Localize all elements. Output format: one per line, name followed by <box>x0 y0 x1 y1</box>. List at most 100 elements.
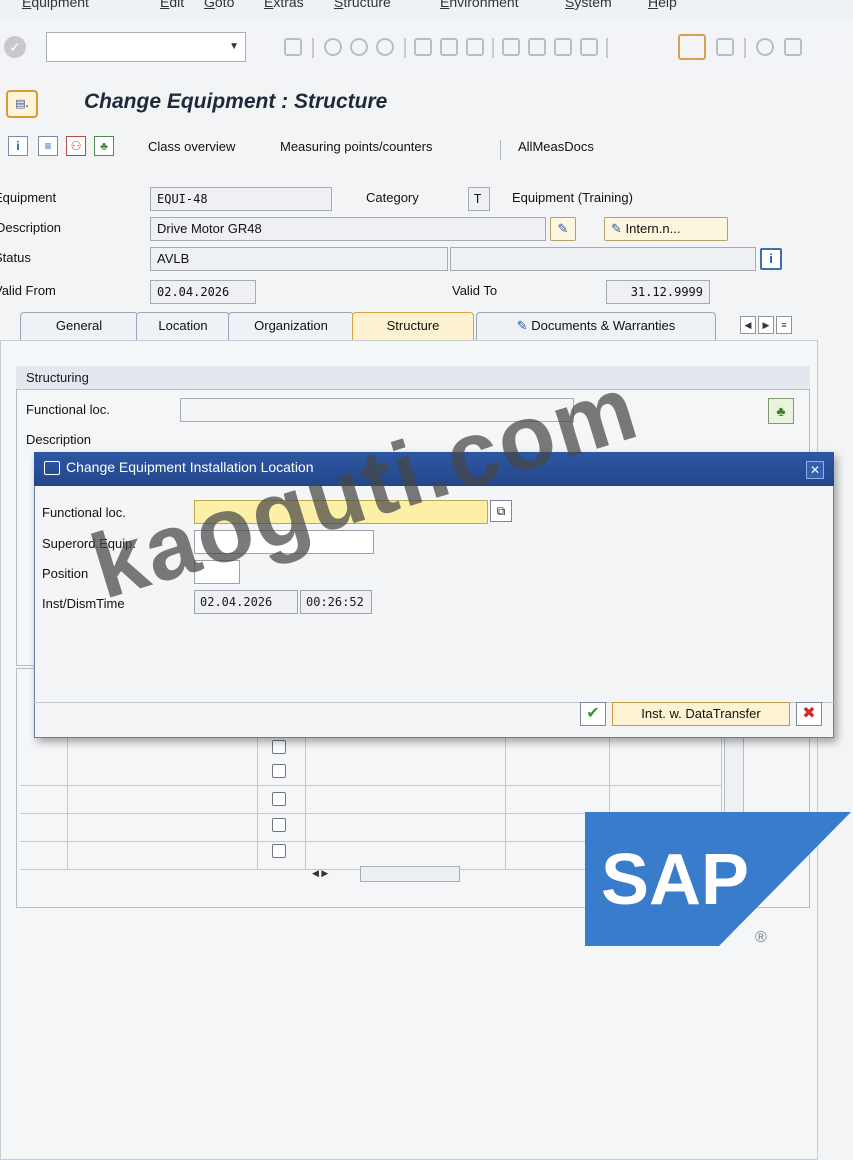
tab-location[interactable]: Location <box>136 312 230 340</box>
table-row <box>20 786 722 814</box>
valid-from-field[interactable]: 02.04.2026 <box>150 280 256 304</box>
sap-logo: SAP ® <box>585 812 851 946</box>
dialog-inst-time-label: Inst/DismTime <box>42 596 125 611</box>
toolbar-separator <box>744 38 746 58</box>
menu-structure[interactable]: Structure <box>334 0 391 10</box>
dialog-close-icon[interactable]: ✕ <box>806 461 824 479</box>
tab-scroll-right-icon[interactable]: ▶ <box>758 316 774 334</box>
find-icon[interactable] <box>440 38 458 56</box>
tab-general[interactable]: General <box>20 312 138 340</box>
dialog-functional-loc-label: Functional loc. <box>42 505 126 520</box>
tab-list-icon[interactable]: ≡ <box>776 316 792 334</box>
print-icon[interactable] <box>414 38 432 56</box>
confirm-check-icon[interactable]: ✔ <box>580 702 606 726</box>
hierarchy-icon[interactable]: ♣ <box>94 136 114 156</box>
first-page-icon[interactable] <box>502 38 520 56</box>
structuring-description-label: Description <box>26 432 92 447</box>
category-label: Category <box>366 190 419 205</box>
menu-extras[interactable]: Extras <box>264 0 304 10</box>
row-checkbox[interactable] <box>272 818 286 832</box>
category-text: Equipment (Training) <box>512 190 633 205</box>
all-meas-docs-button[interactable]: AllMeasDocs <box>518 139 594 154</box>
tab-documents-label: Documents & Warranties <box>531 318 676 333</box>
menu-environment[interactable]: Environment <box>440 0 519 10</box>
value-help-icon[interactable]: ⧉ <box>490 500 512 522</box>
save-icon[interactable] <box>284 38 302 56</box>
dialog-title: Change Equipment Installation Location <box>66 459 314 475</box>
dialog-superord-equip-input[interactable] <box>194 530 374 554</box>
last-page-icon[interactable] <box>580 38 598 56</box>
exit-icon[interactable] <box>350 38 368 56</box>
status-field[interactable]: AVLB <box>150 247 448 271</box>
category-field[interactable]: T <box>468 187 490 211</box>
dialog-inst-date-input[interactable]: 02.04.2026 <box>194 590 298 614</box>
partner-icon[interactable]: ⚇ <box>66 136 86 156</box>
dialog-functional-loc-input[interactable] <box>194 500 488 524</box>
system-toolbar: ✓ ▼ <box>0 26 853 70</box>
application-toolbar: i ≡ ⚇ ♣ Class overview Measuring points/… <box>0 132 853 176</box>
menu-bar: Equipment Edit Goto Extras Structure Env… <box>0 0 853 22</box>
tab-structure[interactable]: Structure <box>352 312 474 340</box>
help-icon[interactable] <box>756 38 774 56</box>
menu-system[interactable]: System <box>565 0 612 10</box>
cancel-x-icon[interactable]: ✖ <box>796 702 822 726</box>
install-with-data-transfer-button[interactable]: Inst. w. DataTransfer <box>612 702 790 726</box>
valid-to-field[interactable]: 31.12.9999 <box>606 280 710 304</box>
new-session-icon[interactable] <box>678 34 706 60</box>
toolbar-separator <box>312 38 314 58</box>
toolbar-separator <box>404 38 406 58</box>
internal-note-button[interactable]: ✎ Intern.n... <box>604 217 728 241</box>
find-next-icon[interactable] <box>466 38 484 56</box>
title-bar: ▤. Change Equipment : Structure <box>0 86 853 126</box>
back-icon[interactable] <box>324 38 342 56</box>
tab-documents-warranties[interactable]: ✎ Documents & Warranties <box>476 312 716 340</box>
enter-check-icon[interactable]: ✓ <box>4 36 26 58</box>
toolbar-separator <box>492 38 494 58</box>
status-text-field[interactable] <box>450 247 756 271</box>
long-text-icon[interactable]: ✎ <box>550 217 576 241</box>
dialog-position-label: Position <box>42 566 89 581</box>
next-page-icon[interactable] <box>554 38 572 56</box>
menu-edit[interactable]: Edit <box>160 0 184 10</box>
shortcut-icon[interactable] <box>716 38 734 56</box>
dialog-position-input[interactable] <box>194 560 240 584</box>
dialog-inst-time-input[interactable]: 00:26:52 <box>300 590 372 614</box>
class-overview-button[interactable]: Class overview <box>148 139 235 154</box>
hierarchy-display-icon[interactable]: ♣ <box>768 398 794 424</box>
dialog-superord-equip-label: Superord.Equip. <box>42 536 136 551</box>
table-horizontal-scrollbar[interactable] <box>360 866 460 882</box>
dialog-window-icon <box>44 461 60 475</box>
chevron-down-icon[interactable]: ▼ <box>229 41 239 52</box>
row-checkbox[interactable] <box>272 764 286 778</box>
document-icon[interactable]: ≡ <box>38 136 58 156</box>
command-field[interactable]: ▼ <box>46 32 246 62</box>
menu-goto[interactable]: Goto <box>204 0 234 10</box>
menu-equipment[interactable]: Equipment <box>22 0 89 10</box>
layout-menu-icon[interactable] <box>784 38 802 56</box>
toolbar-separator <box>500 140 501 160</box>
toolbar-separator <box>606 38 608 58</box>
prev-page-icon[interactable] <box>528 38 546 56</box>
tab-scroll-left-icon[interactable]: ◀ <box>740 316 756 334</box>
description-label: Description <box>0 220 62 235</box>
row-checkbox[interactable] <box>272 844 286 858</box>
valid-to-label: Valid To <box>452 283 498 298</box>
table-row <box>20 758 722 786</box>
measuring-points-button[interactable]: Measuring points/counters <box>280 139 432 154</box>
structuring-functional-loc-label: Functional loc. <box>26 402 110 417</box>
menu-help[interactable]: Help <box>648 0 677 10</box>
tab-organization[interactable]: Organization <box>228 312 354 340</box>
registered-mark: ® <box>755 929 767 946</box>
row-checkbox[interactable] <box>272 792 286 806</box>
row-checkbox[interactable] <box>272 740 286 754</box>
equipment-label: Equipment <box>0 190 57 205</box>
status-info-icon[interactable]: i <box>760 248 782 270</box>
installation-location-dialog <box>34 452 834 738</box>
structuring-functional-loc-field[interactable] <box>180 398 574 422</box>
table-horizontal-scroll-arrows[interactable]: ◀ ▶ <box>312 868 352 882</box>
description-field[interactable]: Drive Motor GR48 <box>150 217 546 241</box>
status-label: Status <box>0 250 31 265</box>
info-icon[interactable]: i <box>8 136 28 156</box>
equipment-field[interactable]: EQUI-48 <box>150 187 332 211</box>
cancel-icon[interactable] <box>376 38 394 56</box>
